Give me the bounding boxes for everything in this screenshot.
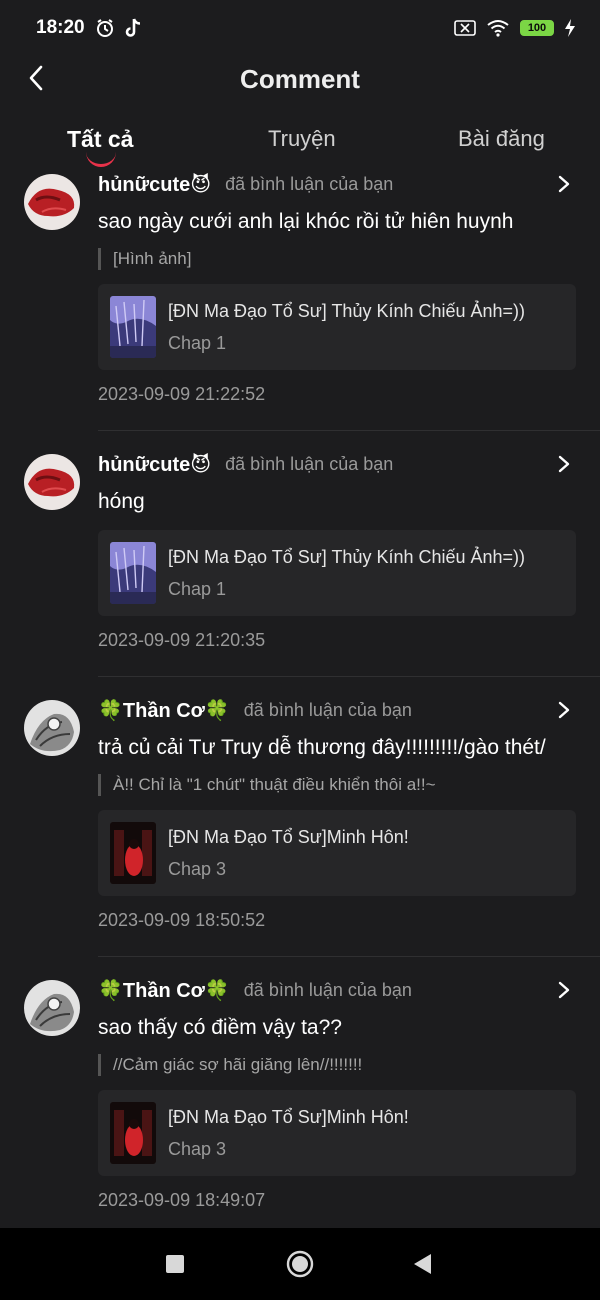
tiktok-icon xyxy=(125,18,140,37)
story-title: [ĐN Ma Đạo Tổ Sư]Minh Hôn! xyxy=(168,827,409,847)
sim-off-icon xyxy=(454,20,476,36)
tab-bar: Tất cả Truyện Bài đăng xyxy=(0,112,600,172)
timestamp: 2023-09-09 21:22:52 xyxy=(98,384,266,404)
story-title: [ĐN Ma Đạo Tổ Sư] Thủy Kính Chiếu Ảnh=)) xyxy=(168,301,526,321)
timestamp: 2023-09-09 18:50:52 xyxy=(98,910,266,930)
header: Comment xyxy=(0,56,600,104)
status-time: 18:20 xyxy=(36,17,85,38)
action-text: đã bình luận của bạn xyxy=(225,174,394,194)
comment-text: trả củ cải Tư Truy dễ thương đây!!!!!!!!… xyxy=(98,736,546,759)
story-chapter: Chap 1 xyxy=(168,333,227,353)
story-title: [ĐN Ma Đạo Tổ Sư] Thủy Kính Chiếu Ảnh=)) xyxy=(168,547,526,567)
comment-item[interactable]: 🍀Thần Cơ🍀 đã bình luận của bạn sao thấy … xyxy=(0,962,600,1228)
tab-all[interactable]: Tất cả xyxy=(67,126,133,153)
alarm-icon xyxy=(96,19,113,37)
reply-quote: //Cảm giác sợ hãi giăng lên//!!!!!!! xyxy=(98,1054,362,1076)
system-nav-bar xyxy=(0,1228,600,1300)
action-text: đã bình luận của bạn xyxy=(243,980,412,1000)
story-card[interactable]: [ĐN Ma Đạo Tổ Sư] Thủy Kính Chiếu Ảnh=))… xyxy=(98,530,576,616)
battery-level: 100 xyxy=(527,22,547,34)
story-card[interactable]: [ĐN Ma Đạo Tổ Sư] Thủy Kính Chiếu Ảnh=))… xyxy=(98,284,576,370)
home-circle-icon[interactable] xyxy=(286,1250,314,1278)
avatar[interactable] xyxy=(24,700,80,756)
page-title: Comment xyxy=(240,64,360,94)
comment-text: sao thấy có điềm vậy ta?? xyxy=(98,1016,342,1039)
chevron-right-icon[interactable] xyxy=(554,980,574,1000)
action-text: đã bình luận của bạn xyxy=(225,454,394,474)
comment-item[interactable]: hủnữcute😈 đã bình luận của bạn hóng [ĐN … xyxy=(0,436,600,716)
story-card[interactable]: [ĐN Ma Đạo Tổ Sư]Minh Hôn! Chap 3 xyxy=(98,810,576,896)
avatar[interactable] xyxy=(24,980,80,1036)
comment-text: sao ngày cưới anh lại khóc rồi tử hiên h… xyxy=(98,210,514,233)
timestamp: 2023-09-09 18:49:07 xyxy=(98,1190,266,1210)
comment-list[interactable]: hủnữcute😈 đã bình luận của bạn sao ngày … xyxy=(0,172,600,1228)
avatar[interactable] xyxy=(24,174,80,230)
story-thumbnail xyxy=(110,296,156,358)
story-title: [ĐN Ma Đạo Tổ Sư]Minh Hôn! xyxy=(168,1107,409,1127)
username[interactable]: hủnữcute😈 xyxy=(98,172,211,197)
chevron-right-icon[interactable] xyxy=(554,174,574,194)
divider xyxy=(98,676,600,677)
story-thumbnail xyxy=(110,822,156,884)
timestamp: 2023-09-09 21:20:35 xyxy=(98,630,266,650)
status-bar: 18:20 100 xyxy=(0,0,600,56)
comment-item[interactable]: 🍀Thần Cơ🍀 đã bình luận của bạn trả củ cả… xyxy=(0,682,600,962)
chevron-right-icon[interactable] xyxy=(554,454,574,474)
story-chapter: Chap 3 xyxy=(168,1139,227,1159)
avatar[interactable] xyxy=(24,454,80,510)
reply-quote: [Hình ảnh] xyxy=(98,248,191,270)
battery-icon: 100 xyxy=(520,20,554,36)
story-thumbnail xyxy=(110,1102,156,1164)
tab-stories[interactable]: Truyện xyxy=(268,126,336,152)
story-thumbnail xyxy=(110,542,156,604)
story-chapter: Chap 3 xyxy=(168,859,227,879)
story-card[interactable]: [ĐN Ma Đạo Tổ Sư]Minh Hôn! Chap 3 xyxy=(98,1090,576,1176)
divider xyxy=(98,956,600,957)
chevron-right-icon[interactable] xyxy=(554,700,574,720)
wifi-icon xyxy=(487,20,509,37)
story-chapter: Chap 1 xyxy=(168,579,227,599)
back-triangle-icon[interactable] xyxy=(414,1254,432,1274)
reply-quote: À!! Chỉ là "1 chút" thuật điều khiển thô… xyxy=(98,774,436,796)
username[interactable]: 🍀Thần Cơ🍀 xyxy=(98,698,230,723)
action-text: đã bình luận của bạn xyxy=(243,700,412,720)
username[interactable]: 🍀Thần Cơ🍀 xyxy=(98,978,230,1003)
comment-item[interactable]: hủnữcute😈 đã bình luận của bạn sao ngày … xyxy=(0,172,600,436)
charging-icon xyxy=(565,19,575,37)
username[interactable]: hủnữcute😈 xyxy=(98,452,211,477)
comment-text: hóng xyxy=(98,490,145,513)
recents-square-icon[interactable] xyxy=(166,1255,184,1273)
tab-active-indicator xyxy=(86,150,116,167)
tab-posts[interactable]: Bài đăng xyxy=(458,126,545,152)
divider xyxy=(98,430,600,431)
